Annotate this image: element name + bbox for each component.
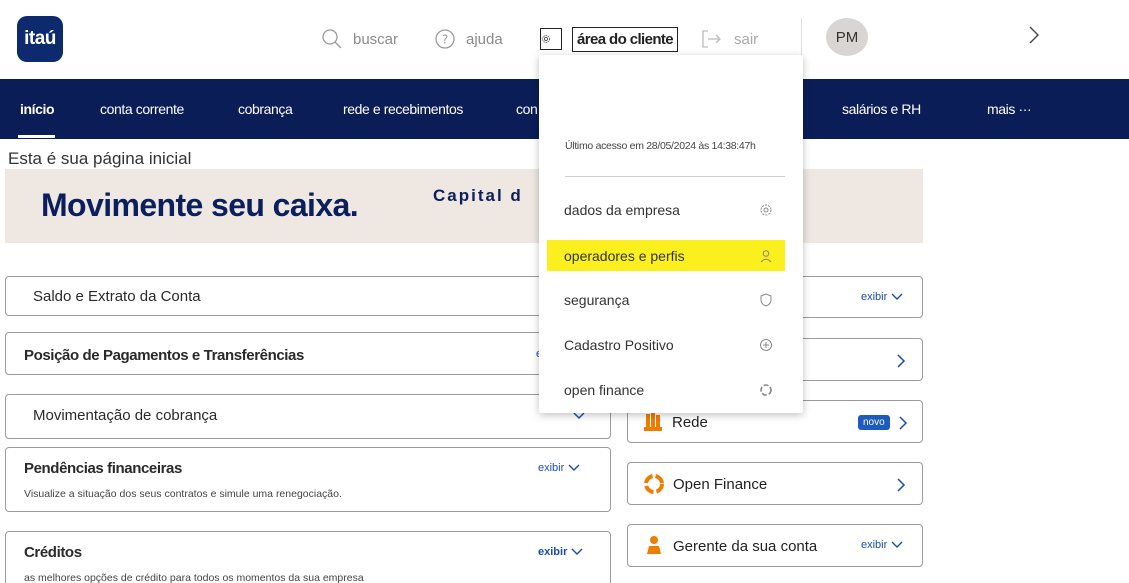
- exibir-label: exibir: [861, 291, 888, 303]
- banner-headline: Movimente seu caixa.: [41, 187, 359, 223]
- itau-logo[interactable]: itaú: [17, 16, 63, 62]
- dropdown-separator: [565, 176, 785, 177]
- card-pendencias-financeiras[interactable]: Pendências financeiras exibir Visualize …: [5, 447, 611, 512]
- shield-icon: [760, 292, 772, 307]
- user-icon: [760, 249, 772, 262]
- chevron-right-icon: [897, 354, 906, 368]
- dropdown-item-seguranca[interactable]: segurança: [547, 284, 785, 315]
- open-finance-label: Open Finance: [673, 476, 768, 493]
- dropdown-item-dados-empresa[interactable]: dados da empresa: [547, 194, 785, 225]
- dropdown-item-label: operadores e perfis: [564, 247, 685, 264]
- dropdown-item-operadores-perfis[interactable]: operadores e perfis: [547, 240, 785, 271]
- help-icon: ?: [435, 29, 455, 49]
- manager-icon: [647, 536, 661, 554]
- dropdown-item-open-finance[interactable]: open finance: [547, 374, 785, 405]
- dropdown-item-label: segurança: [564, 291, 630, 308]
- card-title: Pendências financeiras: [24, 460, 182, 477]
- exit-label: sair: [734, 30, 759, 48]
- exibir-label: exibir: [538, 546, 568, 558]
- card-title: Movimentação de cobrança: [33, 407, 218, 424]
- logo-text: itaú: [24, 28, 56, 49]
- chevron-down-icon: [891, 541, 903, 548]
- open-finance-icon: [644, 474, 664, 494]
- dropdown-item-cadastro-positivo[interactable]: Cadastro Positivo: [547, 329, 785, 360]
- exibir-button[interactable]: exibir: [861, 291, 903, 303]
- exibir-button[interactable]: exibir: [861, 539, 903, 551]
- card-description: as melhores opções de crédito para todos…: [24, 572, 364, 583]
- chevron-down-icon: [568, 464, 580, 471]
- app-root: itaú buscar ? ajuda área do cliente sair…: [0, 0, 1129, 583]
- avatar[interactable]: PM: [826, 18, 868, 56]
- nav-item-cobranca[interactable]: cobrança: [238, 101, 293, 117]
- nav-item-mais[interactable]: mais ···: [987, 101, 1032, 117]
- header-divider: [801, 18, 802, 60]
- card-movimentacao-cobranca[interactable]: Movimentação de cobrança: [5, 394, 611, 439]
- chevron-right-icon[interactable]: [1026, 24, 1042, 46]
- gear-icon: [760, 204, 772, 215]
- novo-badge: novo: [858, 415, 890, 430]
- card-creditos[interactable]: Créditos exibir as melhores opções de cr…: [5, 531, 611, 583]
- card-description: Visualize a situação dos seus contratos …: [24, 488, 342, 500]
- right-card-gerente[interactable]: Gerente da sua conta exibir: [627, 524, 923, 567]
- search-icon: [322, 29, 342, 49]
- banner-subheadline: Capital d: [433, 186, 523, 205]
- dropdown-item-label: open finance: [564, 381, 645, 398]
- nav-item-conta-corrente[interactable]: conta corrente: [100, 101, 184, 117]
- dropdown-item-label: Cadastro Positivo: [564, 336, 674, 353]
- settings-button[interactable]: [540, 27, 572, 51]
- plus-circle-icon: [760, 338, 772, 351]
- exibir-label: exibir: [861, 539, 888, 551]
- last-access-text: Último acesso em 28/05/2024 às 14:38:47h: [565, 140, 756, 152]
- chevron-down-icon: [891, 293, 903, 300]
- page-title: Esta é sua página inicial: [8, 149, 192, 168]
- right-card-open-finance[interactable]: Open Finance: [627, 462, 923, 505]
- card-saldo-extrato[interactable]: Saldo e Extrato da Conta: [5, 276, 611, 316]
- dropdown-item-label: dados da empresa: [564, 201, 680, 218]
- search-label: buscar: [353, 30, 399, 48]
- exibir-button[interactable]: exibir: [538, 462, 580, 474]
- card-title: Créditos: [24, 544, 82, 561]
- help-label: ajuda: [466, 30, 503, 48]
- nav-item-partial[interactable]: con: [516, 101, 538, 117]
- chevron-right-icon: [897, 478, 906, 492]
- card-title: Posição de Pagamentos e Transferências: [24, 347, 304, 364]
- gerente-label: Gerente da sua conta: [673, 538, 818, 555]
- svg-text:?: ?: [442, 33, 448, 47]
- card-posicao-pagamentos[interactable]: Posição de Pagamentos e Transferências e: [5, 332, 611, 375]
- settings-icon-box: [540, 28, 562, 50]
- open-finance-icon: [760, 383, 772, 396]
- nav-active-indicator: [18, 135, 55, 138]
- exibir-label: exibir: [538, 462, 565, 474]
- gear-icon: [542, 35, 550, 43]
- exit-icon: [702, 30, 721, 48]
- exibir-button[interactable]: exibir: [538, 546, 583, 558]
- nav-item-salarios-rh[interactable]: salários e RH: [842, 101, 921, 117]
- client-area-dropdown: Último acesso em 28/05/2024 às 14:38:47h…: [539, 55, 803, 413]
- rede-label: Rede: [672, 414, 708, 431]
- client-area-button[interactable]: área do cliente: [572, 27, 679, 52]
- chevron-right-icon: [899, 416, 908, 430]
- chevron-down-icon: [571, 548, 583, 555]
- nav-item-inicio[interactable]: início: [20, 101, 55, 117]
- search-button[interactable]: buscar: [321, 27, 398, 51]
- card-title: Saldo e Extrato da Conta: [33, 288, 201, 305]
- nav-item-rede-recebimentos[interactable]: rede e recebimentos: [343, 101, 463, 117]
- exit-button[interactable]: sair: [700, 27, 758, 51]
- help-button[interactable]: ? ajuda: [434, 27, 503, 51]
- rede-icon: [644, 412, 662, 431]
